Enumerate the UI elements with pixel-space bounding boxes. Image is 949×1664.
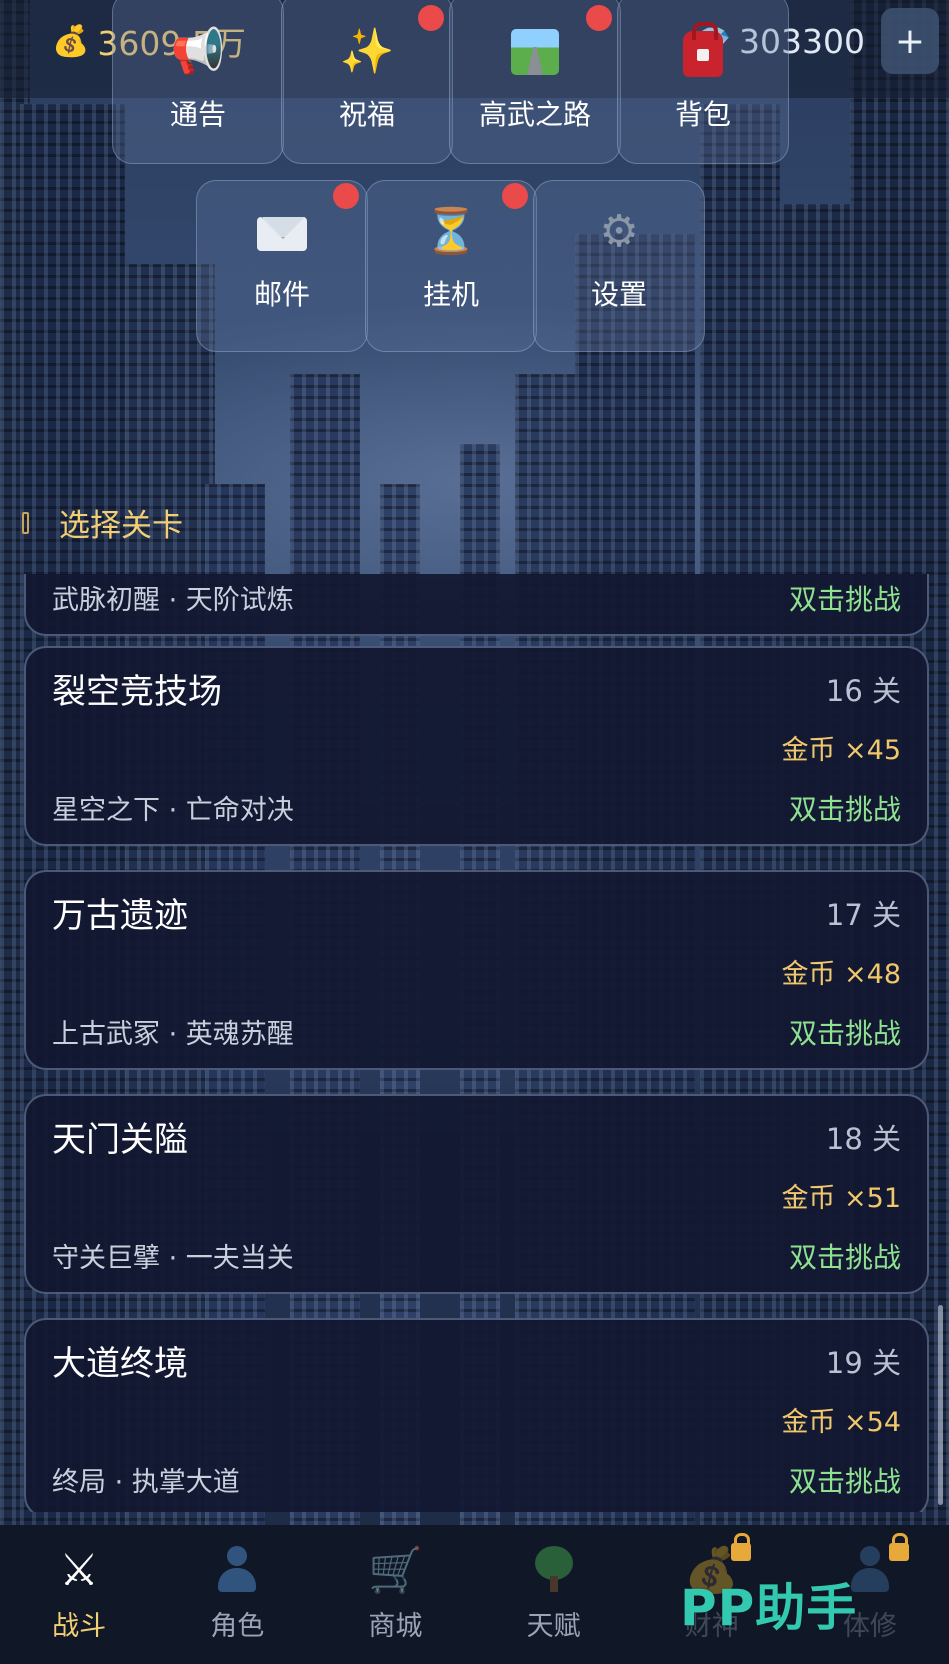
lock-icon bbox=[889, 1533, 910, 1561]
stage-card[interactable]: 万古遗迹 17 关 金币 ×48 上古武冢 · 英魂苏醒 双击挑战 bbox=[24, 870, 929, 1070]
stage-level: 16 关 bbox=[825, 674, 901, 708]
menu-backpack-label: 背包 bbox=[674, 98, 731, 131]
stage-subtitle: 武脉初醒 · 天阶试炼 bbox=[52, 585, 294, 616]
stage-reward: 金币 ×51 bbox=[781, 1183, 901, 1214]
challenge-action[interactable]: 双击挑战 bbox=[789, 1236, 901, 1276]
sparkles-icon: ✨ bbox=[339, 26, 395, 77]
section-title: 选择关卡 bbox=[59, 508, 183, 544]
challenge-action[interactable]: 双击挑战 bbox=[789, 1460, 901, 1500]
stage-name: 天门关隘 bbox=[52, 1120, 188, 1160]
stage-reward: 金币 ×48 bbox=[781, 959, 901, 990]
notification-badge bbox=[502, 183, 528, 209]
mail-icon bbox=[257, 205, 307, 261]
stage-card[interactable]: 天门关隘 18 关 金币 ×51 守关巨擘 · 一夫当关 双击挑战 bbox=[24, 1094, 929, 1294]
menu-mail-button[interactable]: 邮件 bbox=[196, 180, 368, 352]
megaphone-icon: 📢 bbox=[170, 26, 226, 77]
menu-martial-road-label: 高武之路 bbox=[478, 98, 591, 131]
crossed-swords-icon: ⚔ bbox=[59, 1545, 99, 1596]
section-header: 选择关卡 bbox=[22, 500, 183, 545]
menu-martial-road-button[interactable]: 高武之路 bbox=[449, 0, 621, 164]
tree-icon bbox=[534, 1546, 574, 1596]
stage-level: 18 关 bbox=[825, 1122, 901, 1156]
menu-blessing-button[interactable]: ✨ 祝福 bbox=[281, 0, 453, 164]
stage-name: 裂空竞技场 bbox=[52, 672, 222, 712]
stage-list[interactable]: 武脉初醒 · 天阶试炼 双击挑战 裂空竞技场 16 关 金币 ×45 星空之下 … bbox=[0, 574, 949, 1512]
stage-level: 17 关 bbox=[825, 898, 901, 932]
stage-reward: 金币 ×54 bbox=[781, 1407, 901, 1438]
money-bag-icon: 💰 bbox=[52, 23, 90, 59]
menu-backpack-button[interactable]: 背包 bbox=[617, 0, 789, 164]
plus-icon: + bbox=[894, 20, 926, 62]
hourglass-icon: ⏳ bbox=[423, 206, 479, 257]
nav-battle[interactable]: ⚔ 战斗 bbox=[0, 1525, 158, 1664]
cart-icon: 🛒 bbox=[368, 1545, 423, 1596]
stage-card[interactable]: 武脉初醒 · 天阶试炼 双击挑战 bbox=[24, 574, 929, 636]
notification-badge bbox=[333, 183, 359, 209]
watermark: PP助手 bbox=[680, 1579, 858, 1637]
notification-badge bbox=[586, 5, 612, 31]
backpack-icon bbox=[683, 22, 723, 81]
nav-talent[interactable]: 天赋 bbox=[475, 1525, 633, 1664]
add-gems-button[interactable]: + bbox=[881, 8, 939, 74]
menu-settings-button[interactable]: ⚙ 设置 bbox=[533, 180, 705, 352]
menu-idle-button[interactable]: ⏳ 挂机 bbox=[365, 180, 537, 352]
nav-character-label: 角色 bbox=[210, 1611, 265, 1642]
menu-mail-label: 邮件 bbox=[253, 278, 310, 311]
stage-name: 万古遗迹 bbox=[52, 896, 188, 936]
menu-idle-label: 挂机 bbox=[422, 278, 479, 311]
menu-notice-label: 通告 bbox=[169, 98, 226, 131]
lock-icon bbox=[730, 1533, 751, 1561]
challenge-action[interactable]: 双击挑战 bbox=[789, 578, 901, 618]
stage-name: 大道终境 bbox=[52, 1344, 188, 1384]
challenge-action[interactable]: 双击挑战 bbox=[789, 788, 901, 828]
stage-reward: 金币 ×45 bbox=[781, 735, 901, 766]
menu-blessing-label: 祝福 bbox=[338, 98, 395, 131]
person-icon bbox=[215, 1546, 259, 1596]
list-scrollbar[interactable] bbox=[938, 1305, 943, 1505]
challenge-action[interactable]: 双击挑战 bbox=[789, 1012, 901, 1052]
menu-notice-button[interactable]: 📢 通告 bbox=[112, 0, 284, 164]
menu-settings-label: 设置 bbox=[590, 278, 647, 311]
stage-subtitle: 上古武冢 · 英魂苏醒 bbox=[52, 1019, 294, 1050]
nav-battle-label: 战斗 bbox=[52, 1611, 107, 1642]
stage-card[interactable]: 大道终境 19 关 金币 ×54 终局 · 执掌大道 双击挑战 bbox=[24, 1318, 929, 1512]
road-icon bbox=[511, 25, 559, 81]
stage-subtitle: 星空之下 · 亡命对决 bbox=[52, 795, 294, 826]
nav-character[interactable]: 角色 bbox=[158, 1525, 316, 1664]
nav-shop[interactable]: 🛒 商城 bbox=[316, 1525, 474, 1664]
notification-badge bbox=[418, 5, 444, 31]
stage-subtitle: 终局 · 执掌大道 bbox=[52, 1467, 240, 1498]
stage-card[interactable]: 裂空竞技场 16 关 金币 ×45 星空之下 · 亡命对决 双击挑战 bbox=[24, 646, 929, 846]
gear-icon: ⚙ bbox=[599, 206, 639, 257]
stage-subtitle: 守关巨擘 · 一夫当关 bbox=[52, 1243, 294, 1274]
stage-level: 19 关 bbox=[825, 1346, 901, 1380]
nav-talent-label: 天赋 bbox=[526, 1611, 581, 1642]
section-marker-icon bbox=[22, 511, 29, 534]
nav-shop-label: 商城 bbox=[368, 1611, 423, 1642]
